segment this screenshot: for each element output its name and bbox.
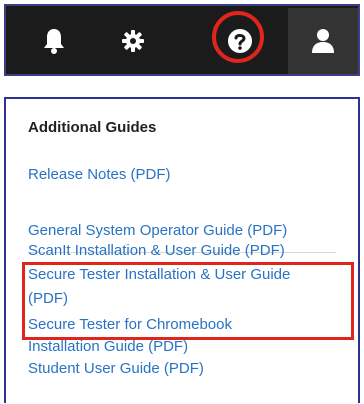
student-user-guide-link[interactable]: Student User Guide (PDF) (28, 359, 204, 379)
settings-button[interactable] (98, 8, 168, 74)
panel-heading: Additional Guides (28, 119, 157, 136)
notifications-button[interactable] (24, 8, 84, 74)
user-account-button[interactable] (288, 8, 358, 74)
chromebook-installation-guide-link[interactable]: Installation Guide (PDF) (28, 337, 188, 357)
help-highlight-circle (212, 11, 264, 63)
general-system-operator-guide-link[interactable]: General System Operator Guide (PDF) (28, 221, 287, 241)
additional-guides-panel: Additional Guides Release Notes (PDF) Ge… (4, 97, 360, 403)
user-icon (312, 29, 334, 53)
top-toolbar (4, 4, 360, 76)
secure-tester-highlight-box (22, 262, 354, 340)
gear-icon (122, 30, 144, 52)
bell-icon (44, 29, 64, 54)
release-notes-link[interactable]: Release Notes (PDF) (28, 165, 171, 185)
scanit-guide-link[interactable]: ScanIt Installation & User Guide (PDF) (28, 241, 285, 261)
